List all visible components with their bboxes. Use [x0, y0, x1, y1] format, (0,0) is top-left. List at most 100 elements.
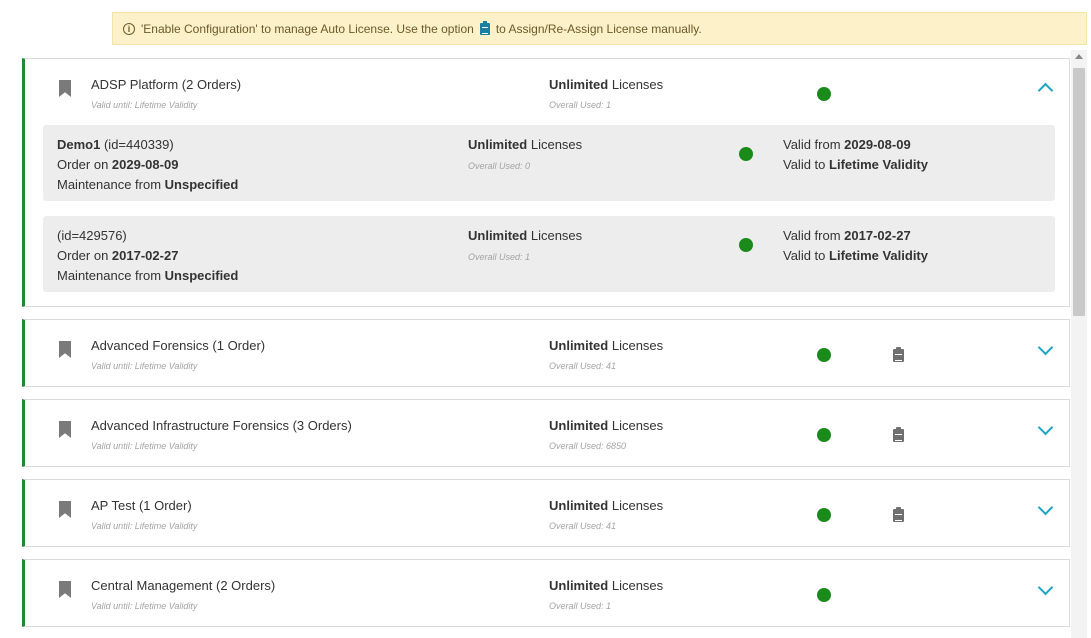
order-date: 2029-08-09	[111, 157, 179, 172]
banner-text-before: 'Enable Configuration' to manage Auto Li…	[141, 21, 474, 36]
product-validity: Valid until: Lifetime Validity	[91, 361, 198, 371]
license-count-label: Licenses	[608, 498, 664, 513]
valid-to-value: Lifetime Validity	[829, 248, 928, 263]
chevron-down-icon[interactable]	[1037, 419, 1054, 436]
product-validity: Valid until: Lifetime Validity	[91, 521, 198, 531]
order-license-label: Licenses	[527, 137, 583, 152]
valid-from-date: 2029-08-09	[844, 137, 911, 152]
valid-to-value: Lifetime Validity	[829, 157, 928, 172]
license-count-value: Unlimited	[549, 498, 609, 513]
product-validity: Valid until: Lifetime Validity	[91, 100, 198, 110]
license-count: Unlimited Licenses	[549, 498, 663, 513]
product-card: AP Test (1 Order) Valid until: Lifetime V…	[22, 479, 1070, 547]
product-validity: Valid until: Lifetime Validity	[91, 601, 198, 611]
license-count-label: Licenses	[608, 338, 664, 353]
status-dot-icon	[817, 508, 831, 522]
order-name: Demo1	[57, 137, 101, 152]
scroll-up-arrow-icon[interactable]	[1075, 54, 1083, 59]
order-license-value: Unlimited	[468, 228, 528, 243]
overall-used: Overall Used: 41	[549, 521, 617, 531]
chevron-down-icon[interactable]	[1037, 579, 1054, 596]
banner-text-after: to Assign/Re-Assign License manually.	[495, 21, 702, 36]
license-count-label: Licenses	[608, 77, 664, 92]
license-count: Unlimited Licenses	[549, 418, 663, 433]
chevron-down-icon[interactable]	[1037, 339, 1054, 356]
valid-from-date: 2017-02-27	[844, 228, 911, 243]
product-card: Advanced Forensics (1 Order) Valid until:…	[22, 319, 1070, 387]
order-id: (id=429576)	[57, 228, 127, 243]
scrollbar[interactable]	[1071, 50, 1087, 638]
license-count-value: Unlimited	[549, 578, 609, 593]
product-card: Advanced Infrastructure Forensics (3 Ord…	[22, 399, 1070, 467]
status-dot-icon	[817, 428, 831, 442]
status-dot-icon	[817, 588, 831, 602]
license-count-value: Unlimited	[549, 418, 609, 433]
bookmark-icon	[59, 80, 71, 97]
order-item: (id=429576) Order on 2017-02-27 Maintenanc…	[43, 216, 1055, 292]
clipboard-icon[interactable]	[893, 347, 904, 362]
product-title: Central Management (2 Orders)	[91, 578, 276, 593]
order-date: 2017-02-27	[111, 248, 179, 263]
order-license-label: Licenses	[527, 228, 583, 243]
status-dot-icon	[739, 238, 753, 252]
license-count: Unlimited Licenses	[549, 578, 663, 593]
license-count-label: Licenses	[608, 418, 664, 433]
valid-from-line: Valid from 2029-08-09	[783, 137, 911, 152]
chevron-up-icon[interactable]	[1037, 82, 1054, 99]
maintenance-value: Unspecified	[164, 268, 239, 283]
license-count-value: Unlimited	[549, 77, 609, 92]
chevron-down-icon[interactable]	[1037, 499, 1054, 516]
overall-used: Overall Used: 1	[549, 100, 612, 110]
valid-from-label: Valid from	[783, 137, 845, 152]
maintenance-value: Unspecified	[164, 177, 239, 192]
maintenance-label: Maintenance from	[57, 177, 165, 192]
product-title: ADSP Platform (2 Orders)	[91, 77, 242, 92]
bookmark-icon	[59, 341, 71, 358]
bookmark-icon	[59, 581, 71, 598]
product-header[interactable]: AP Test (1 Order) Valid until: Lifetime V…	[25, 480, 1069, 546]
license-count-label: Licenses	[608, 578, 664, 593]
order-license-value: Unlimited	[468, 137, 528, 152]
order-list: Demo1 (id=440339) Order on 2029-08-09 Main…	[25, 125, 1069, 306]
order-date-label: Order on	[57, 157, 112, 172]
status-dot-icon	[817, 87, 831, 101]
product-title: AP Test (1 Order)	[91, 498, 192, 513]
product-header[interactable]: Advanced Infrastructure Forensics (3 Ord…	[25, 400, 1069, 466]
order-license-count: Unlimited Licenses	[468, 228, 582, 243]
overall-used: Overall Used: 41	[549, 361, 617, 371]
overall-used: Overall Used: 6850	[549, 441, 627, 451]
product-title: Advanced Forensics (1 Order)	[91, 338, 266, 353]
clipboard-icon	[479, 20, 490, 35]
overall-used: Overall Used: 1	[549, 601, 612, 611]
valid-to-line: Valid to Lifetime Validity	[783, 157, 928, 172]
valid-to-label: Valid to	[783, 157, 830, 172]
clipboard-icon[interactable]	[893, 427, 904, 442]
valid-from-label: Valid from	[783, 228, 845, 243]
clipboard-icon[interactable]	[893, 507, 904, 522]
product-validity: Valid until: Lifetime Validity	[91, 441, 198, 451]
product-card: Central Management (2 Orders) Valid until…	[22, 559, 1070, 627]
product-header[interactable]: ADSP Platform (2 Orders) Valid until: Lif…	[25, 59, 1069, 125]
order-date-line: Order on 2017-02-27	[57, 248, 178, 263]
maintenance-label: Maintenance from	[57, 268, 165, 283]
valid-from-line: Valid from 2017-02-27	[783, 228, 911, 243]
order-overall-used: Overall Used: 1	[468, 252, 531, 262]
license-count: Unlimited Licenses	[549, 338, 663, 353]
scrollbar-thumb[interactable]	[1073, 68, 1085, 316]
order-overall-used: Overall Used: 0	[468, 161, 531, 171]
product-header[interactable]: Central Management (2 Orders) Valid until…	[25, 560, 1069, 626]
status-dot-icon	[739, 147, 753, 161]
order-date-line: Order on 2029-08-09	[57, 157, 178, 172]
valid-to-label: Valid to	[783, 248, 830, 263]
status-dot-icon	[817, 348, 831, 362]
order-id-line: Demo1 (id=440339)	[57, 137, 174, 152]
maintenance-line: Maintenance from Unspecified	[57, 268, 238, 283]
order-date-label: Order on	[57, 248, 112, 263]
product-title: Advanced Infrastructure Forensics (3 Ord…	[91, 418, 352, 433]
license-count: Unlimited Licenses	[549, 77, 663, 92]
order-item: Demo1 (id=440339) Order on 2029-08-09 Main…	[43, 125, 1055, 201]
license-list: ADSP Platform (2 Orders) Valid until: Lif…	[22, 58, 1070, 638]
product-header[interactable]: Advanced Forensics (1 Order) Valid until:…	[25, 320, 1069, 386]
bookmark-icon	[59, 421, 71, 438]
info-banner: i 'Enable Configuration' to manage Auto …	[112, 12, 1087, 45]
